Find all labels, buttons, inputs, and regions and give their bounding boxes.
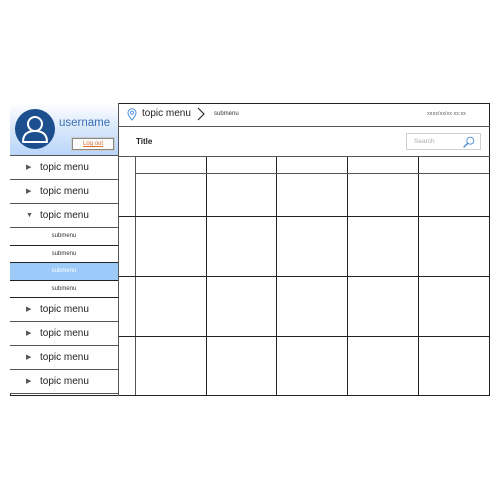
- chevron-right-icon: [197, 107, 205, 121]
- title-bar: Title: [119, 127, 490, 157]
- sidebar-submenu-item[interactable]: submenu: [10, 280, 118, 298]
- table-cell[interactable]: [277, 277, 347, 336]
- sidebar-item-label: topic menu: [40, 162, 89, 173]
- page-title: Title: [136, 137, 153, 146]
- table-cell[interactable]: [277, 174, 347, 216]
- logout-button[interactable]: Log out: [72, 138, 114, 150]
- sidebar-submenu-item[interactable]: submenu: [10, 228, 118, 246]
- sidebar-item-label: topic menu: [40, 186, 89, 197]
- table-cell[interactable]: [207, 337, 276, 395]
- sidebar-topic-menu-item[interactable]: ▶ topic menu: [10, 180, 118, 204]
- caret-right-icon: ▶: [26, 306, 32, 313]
- sidebar-menu: ▶ topic menu ▶ topic menu ▼ topic menu submenu…: [10, 156, 118, 394]
- search-input[interactable]: [407, 134, 459, 149]
- table-cell[interactable]: [207, 174, 276, 216]
- table-row: [119, 277, 135, 336]
- table-cell[interactable]: [348, 277, 418, 336]
- table-cell[interactable]: [348, 217, 418, 276]
- table-row: [119, 174, 135, 216]
- caret-right-icon: ▶: [26, 354, 32, 361]
- table-cell[interactable]: [419, 217, 489, 276]
- table-cell[interactable]: [348, 174, 418, 216]
- sidebar-topic-menu-item[interactable]: ▼ topic menu: [10, 204, 118, 228]
- table-cell[interactable]: [419, 277, 489, 336]
- sidebar-item-label: topic menu: [40, 210, 89, 221]
- table-cell[interactable]: [419, 174, 489, 216]
- caret-right-icon: ▶: [26, 378, 32, 385]
- sidebar-submenu-item-active[interactable]: submenu: [10, 263, 118, 281]
- sidebar-topic-menu-item[interactable]: ▶ topic menu: [10, 346, 118, 370]
- sidebar-item-label: topic menu: [40, 304, 89, 315]
- user-avatar-icon: [15, 109, 55, 149]
- table-cell[interactable]: [136, 337, 206, 395]
- table-cell[interactable]: [207, 277, 276, 336]
- table-row: [119, 337, 135, 395]
- table-cell[interactable]: [136, 174, 206, 216]
- caret-right-icon: ▶: [26, 188, 32, 195]
- timestamp: xxxx/xx/xx xx:xx: [427, 111, 466, 117]
- sidebar-item-label: topic menu: [40, 376, 89, 387]
- breadcrumb-submenu: submenu: [214, 111, 239, 117]
- table-cell[interactable]: [136, 277, 206, 336]
- table-header-cell[interactable]: [207, 157, 276, 173]
- data-table: [119, 157, 490, 396]
- sidebar-item-label: topic menu: [40, 352, 89, 363]
- breadcrumb-bar: topic menu submenu xxxx/xx/xx xx:xx: [119, 103, 490, 127]
- breadcrumb-topic-link[interactable]: topic menu: [142, 108, 191, 119]
- location-pin-icon: [127, 108, 137, 121]
- user-panel: username Log out: [10, 103, 118, 156]
- caret-right-icon: ▶: [26, 164, 32, 171]
- caret-down-icon: ▼: [26, 212, 33, 219]
- sidebar-topic-menu-item[interactable]: ▶ topic menu: [10, 370, 118, 394]
- table-header-cell[interactable]: [419, 157, 489, 173]
- table-cell[interactable]: [277, 337, 347, 395]
- table-row: [119, 217, 135, 276]
- table-header-cell[interactable]: [348, 157, 418, 173]
- sidebar-item-label: topic menu: [40, 328, 89, 339]
- search-icon[interactable]: [463, 136, 475, 148]
- search-box: [406, 133, 481, 150]
- sidebar: username Log out ▶ topic menu ▶ topic menu ▼…: [10, 103, 119, 396]
- table-header-cell[interactable]: [277, 157, 347, 173]
- sidebar-topic-menu-item[interactable]: ▶ topic menu: [10, 322, 118, 346]
- caret-right-icon: ▶: [26, 330, 32, 337]
- table-cell[interactable]: [136, 217, 206, 276]
- table-header-cell[interactable]: [136, 157, 206, 173]
- table-cell[interactable]: [419, 337, 489, 395]
- sidebar-topic-menu-item[interactable]: ▶ topic menu: [10, 156, 118, 180]
- table-cell[interactable]: [348, 337, 418, 395]
- username-label: username: [59, 117, 111, 129]
- table-cell[interactable]: [277, 217, 347, 276]
- table-cell[interactable]: [207, 217, 276, 276]
- sidebar-submenu-item[interactable]: submenu: [10, 245, 118, 263]
- sidebar-topic-menu-item[interactable]: ▶ topic menu: [10, 298, 118, 322]
